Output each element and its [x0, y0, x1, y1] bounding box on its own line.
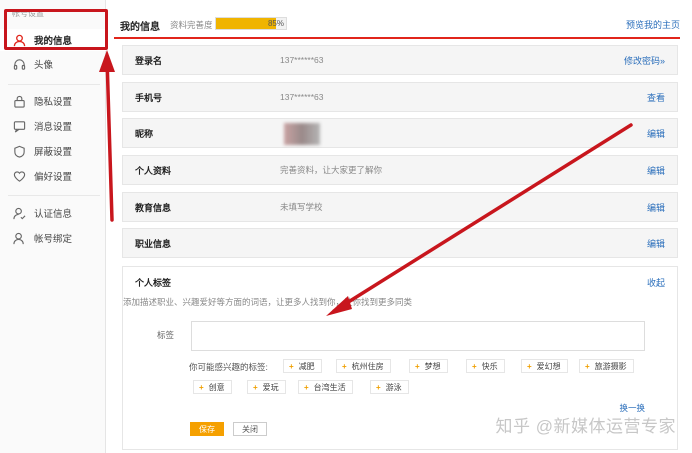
tag-chip-label: 快乐 [481, 361, 498, 371]
tag-chip-label: 旅游摄影 [594, 361, 627, 371]
row-nickname: 昵称 编辑 [122, 118, 678, 148]
tag-chip[interactable]: + 旅游摄影 [579, 359, 634, 373]
tag-chip-label: 杭州住房 [351, 361, 384, 371]
sidebar-divider [8, 84, 100, 85]
tag-chip[interactable]: + 创意 [193, 380, 232, 394]
edit-profile-link[interactable]: 编辑 [647, 164, 665, 177]
headset-icon [12, 57, 26, 71]
sidebar-item-label: 屏蔽设置 [34, 147, 73, 158]
shield-icon [12, 144, 26, 158]
lock-icon [12, 94, 26, 108]
tag-chip-label: 爱幻想 [536, 361, 561, 371]
tag-chip[interactable]: + 台湾生活 [298, 380, 353, 394]
header-divider [114, 37, 680, 39]
collapse-link[interactable]: 收起 [647, 276, 665, 289]
suggested-tags-label: 你可能感兴趣的标签: [189, 362, 268, 372]
view-phone-link[interactable]: 查看 [647, 91, 665, 104]
change-password-link[interactable]: 修改密码» [624, 54, 665, 67]
save-button[interactable]: 保存 [190, 422, 224, 436]
heart-icon [12, 169, 26, 183]
sidebar-item-label: 帐号绑定 [34, 234, 73, 245]
tag-chip[interactable]: + 游泳 [370, 380, 409, 394]
sidebar-item-label: 隐私设置 [34, 97, 73, 108]
sidebar-item-privacy[interactable]: 隐私设置 [0, 90, 106, 112]
sidebar-item-label: 头像 [34, 60, 54, 71]
progress-fill [216, 18, 276, 29]
sidebar: 帐号设置 我的信息 头像 隐私设置 消息设置 屏蔽设置 偏好设置 认证信息 帐号… [0, 0, 106, 453]
sidebar-item-account-binding[interactable]: 帐号绑定 [0, 227, 106, 249]
tag-chip-label: 爱玩 [262, 382, 279, 392]
tag-chip[interactable]: + 梦想 [409, 359, 448, 373]
row-education: 教育信息 未填写学校 编辑 [122, 192, 678, 222]
progress-text: 85% [267, 19, 284, 28]
tag-chip-label: 梦想 [424, 361, 441, 371]
row-phone: 手机号 137******63 查看 [122, 82, 678, 112]
sidebar-item-label: 消息设置 [34, 122, 73, 133]
tag-input[interactable] [191, 321, 645, 351]
progress-label: 资料完善度 [170, 20, 213, 30]
sidebar-item-avatar[interactable]: 头像 [0, 53, 106, 75]
row-career: 职业信息 编辑 [122, 228, 678, 258]
row-value: 未填写学校 [280, 202, 323, 212]
edit-nickname-link[interactable]: 编辑 [647, 127, 665, 140]
tag-chip[interactable]: + 快乐 [466, 359, 505, 373]
row-label: 教育信息 [135, 202, 172, 213]
row-value: 137******63 [280, 92, 324, 102]
sidebar-item-block[interactable]: 屏蔽设置 [0, 140, 106, 162]
tag-chip[interactable]: + 爱玩 [247, 380, 286, 394]
edit-education-link[interactable]: 编辑 [647, 201, 665, 214]
close-button[interactable]: 关闭 [233, 422, 267, 436]
annotation-highlight-box [4, 9, 108, 50]
tag-chip-label: 台湾生活 [313, 382, 346, 392]
annotation-arrow-to-my-info [105, 56, 114, 222]
row-label: 手机号 [135, 92, 163, 103]
sidebar-item-label: 偏好设置 [34, 172, 73, 183]
row-profile: 个人资料 完善资料，让大家更了解你 编辑 [122, 155, 678, 185]
verify-icon [12, 206, 26, 220]
sidebar-item-verification[interactable]: 认证信息 [0, 202, 106, 224]
sidebar-divider [8, 195, 100, 196]
tag-chip-label: 减肥 [298, 361, 315, 371]
row-label: 昵称 [135, 128, 154, 139]
nickname-blurred [284, 123, 320, 145]
row-label: 登录名 [135, 55, 163, 66]
tag-chip-label: 游泳 [385, 382, 402, 392]
tag-chip[interactable]: + 杭州住房 [336, 359, 391, 373]
sidebar-item-preferences[interactable]: 偏好设置 [0, 165, 106, 187]
preview-homepage-link[interactable]: 预览我的主页 [626, 18, 680, 31]
row-login-name: 登录名 137******63 修改密码» [122, 45, 678, 75]
row-value: 完善资料，让大家更了解你 [280, 165, 383, 175]
page-title: 我的信息 [120, 22, 160, 33]
tags-title: 个人标签 [135, 278, 172, 288]
row-label: 职业信息 [135, 238, 172, 249]
message-icon [12, 119, 26, 133]
bind-icon [12, 231, 26, 245]
sidebar-item-messages[interactable]: 消息设置 [0, 115, 106, 137]
tag-chip-label: 创意 [208, 382, 225, 392]
tags-description: 添加描述职业、兴趣爱好等方面的词语，让更多人找到你，让你找到更多同类 [123, 297, 413, 307]
edit-career-link[interactable]: 编辑 [647, 237, 665, 250]
tag-chip[interactable]: + 减肥 [283, 359, 322, 373]
tag-input-label: 标签 [157, 330, 175, 340]
row-value: 137******63 [280, 55, 324, 65]
tag-chip[interactable]: + 爱幻想 [521, 359, 568, 373]
profile-progress-bar: 85% [215, 17, 287, 30]
row-label: 个人资料 [135, 165, 172, 176]
sidebar-item-label: 认证信息 [34, 209, 73, 220]
watermark: 知乎 @新媒体运营专家 [495, 417, 676, 436]
